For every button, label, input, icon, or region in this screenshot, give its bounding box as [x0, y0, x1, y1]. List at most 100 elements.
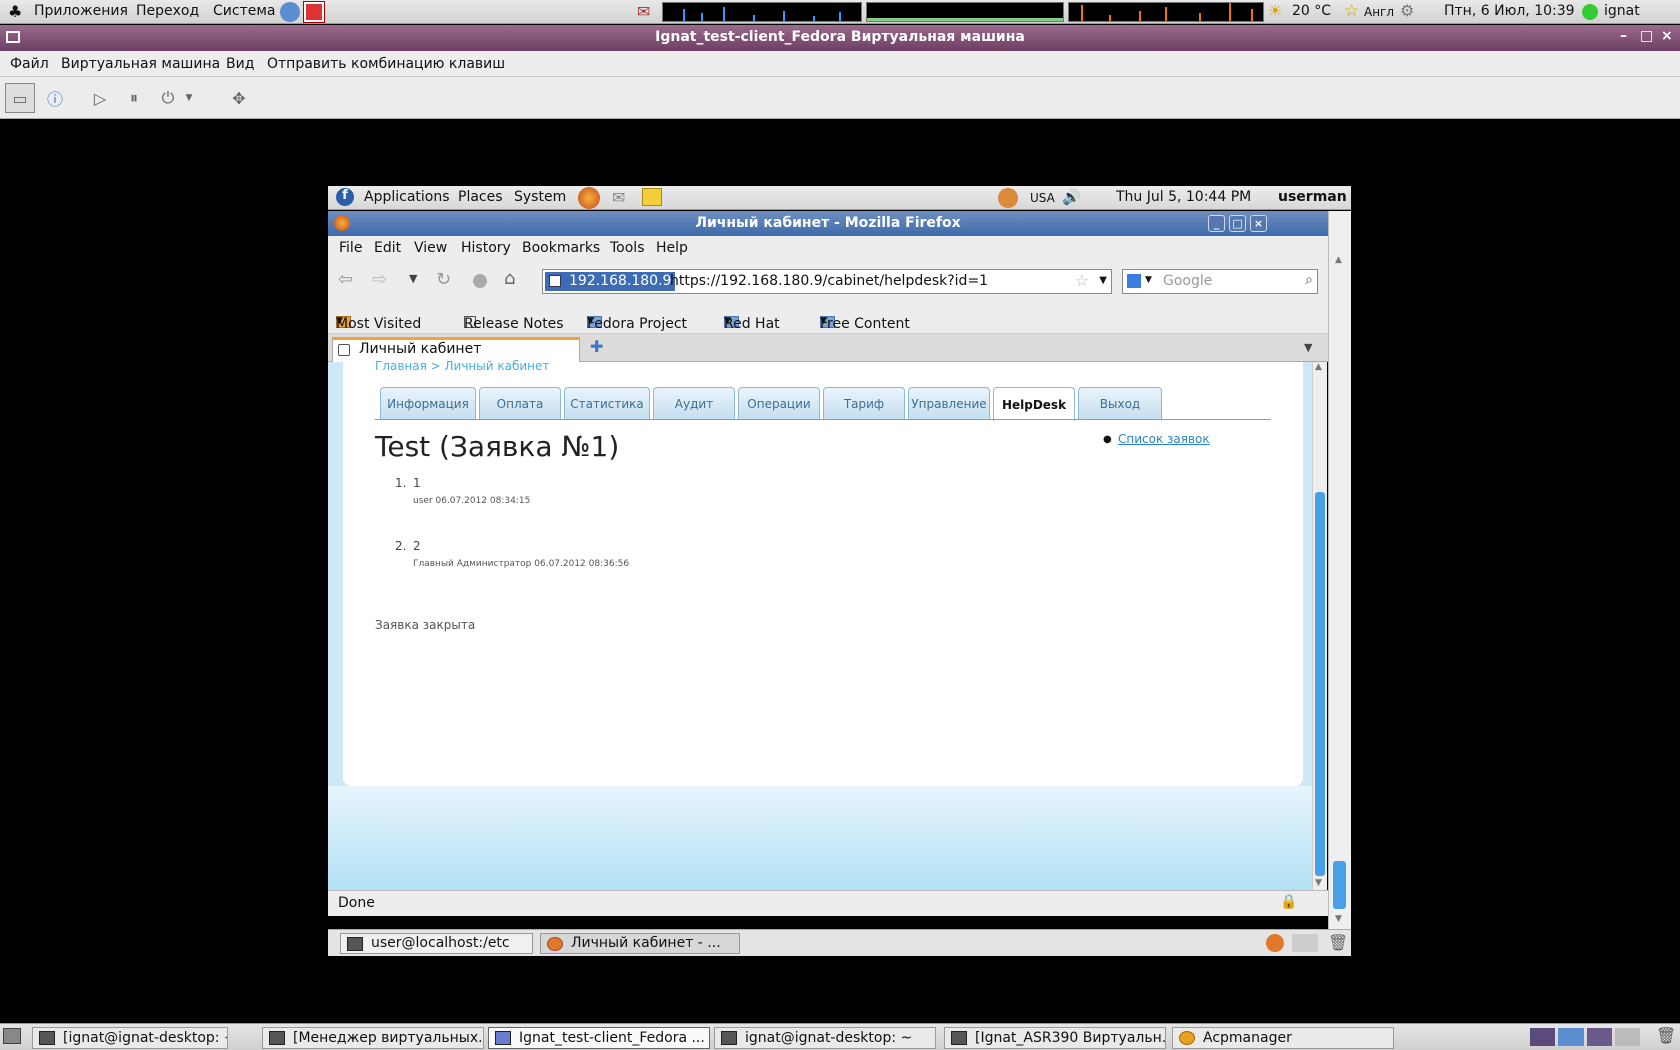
guest-keyboard-layout[interactable]: USA [1030, 191, 1055, 205]
ff-menu-help[interactable]: Help [656, 240, 688, 256]
vm-menu-file[interactable]: Файл [10, 56, 49, 72]
page-scrollbar[interactable]: ▲ ▼ [1312, 362, 1327, 890]
tab-management[interactable]: Управление [908, 387, 990, 420]
tab-audit[interactable]: Аудит [653, 387, 735, 420]
network-icon[interactable]: ⚙ [1400, 1, 1414, 20]
workspace-3[interactable] [1586, 1028, 1612, 1046]
search-go-icon[interactable]: ⌕ [1305, 272, 1313, 288]
show-desktop-icon[interactable] [3, 1028, 21, 1044]
host-task-acpmanager[interactable]: Acpmanager [1172, 1027, 1394, 1049]
fedora-logo-icon[interactable]: f [336, 188, 354, 206]
ff-maximize-icon[interactable]: □ [1229, 215, 1246, 232]
url-dropdown-icon[interactable]: ▼ [1099, 275, 1107, 286]
bookmark-star-icon[interactable]: ☆ [1075, 271, 1089, 290]
url-bar[interactable]: 192.168.180.9 https://192.168.180.9/cabi… [542, 269, 1112, 294]
vm-menu-send-keys[interactable]: Отправить комбинацию клавиш [267, 56, 505, 72]
guest-tray-firefox-icon[interactable] [1266, 934, 1284, 952]
site-identity[interactable]: 192.168.180.9 [545, 272, 676, 291]
volume-icon[interactable]: 🔊 [1062, 188, 1081, 206]
trash-icon[interactable]: 🗑 [1656, 1026, 1676, 1045]
search-placeholder[interactable]: Google [1163, 273, 1212, 289]
forward-icon[interactable]: ⇨ [372, 269, 387, 290]
home-icon[interactable]: ⌂ [504, 268, 515, 289]
guest-menu-places[interactable]: Places [458, 189, 503, 205]
browser-launcher-icon[interactable] [280, 2, 300, 22]
keyboard-layout[interactable]: Англ [1364, 5, 1394, 19]
host-task-vm-fedora[interactable]: Ignat_test-client_Fedora ... [488, 1027, 710, 1049]
host-task-terminal2[interactable]: ignat@ignat-desktop: ~ [714, 1027, 936, 1049]
ff-menu-file[interactable]: File [339, 240, 362, 256]
details-view-icon[interactable]: ⓘ [40, 83, 70, 113]
history-dropdown-icon[interactable]: ▼ [409, 272, 417, 285]
search-box[interactable]: ▼ Google ⌕ [1122, 269, 1318, 294]
weather-temperature[interactable]: 20 °C [1292, 3, 1331, 19]
workspace-1[interactable] [1530, 1028, 1556, 1046]
cpu-monitor-graph[interactable] [662, 2, 862, 22]
tab-list-icon[interactable]: ▼ [1304, 341, 1312, 354]
new-tab-icon[interactable]: ✚ [590, 337, 603, 356]
ff-close-icon[interactable]: × [1250, 215, 1267, 232]
tab-information[interactable]: Информация [380, 387, 476, 420]
ff-menu-tools[interactable]: Tools [610, 240, 645, 256]
requests-list-link[interactable]: Список заявок [1118, 432, 1210, 446]
minimize-icon[interactable]: – [1620, 28, 1627, 44]
host-clock[interactable]: Птн, 6 Июл, 10:39 [1444, 3, 1575, 19]
memory-monitor-graph[interactable] [866, 2, 1064, 22]
host-menu-apps[interactable]: Приложения [34, 3, 128, 19]
workspace-4[interactable] [1614, 1028, 1640, 1046]
guest-task-firefox[interactable]: Личный кабинет - ... [540, 933, 740, 954]
host-task-vm-asr390[interactable]: [Ignat_ASR390 Виртуальн... [944, 1027, 1166, 1049]
trash-icon[interactable]: 🗑 [1328, 933, 1348, 952]
ff-menu-view[interactable]: View [414, 240, 447, 256]
shutdown-icon[interactable]: ⏻ [153, 83, 183, 113]
mail-launcher-icon[interactable]: ✉ [612, 188, 625, 207]
help-launcher-icon[interactable] [303, 1, 325, 23]
lock-icon[interactable]: 🔒 [1280, 894, 1297, 910]
foot-icon[interactable]: ♣ [8, 2, 22, 21]
tab-logout[interactable]: Выход [1078, 387, 1162, 420]
url-text[interactable]: https://192.168.180.9/cabinet/helpdesk?i… [670, 273, 988, 289]
notes-launcher-icon[interactable] [642, 188, 662, 206]
vm-menu-machine[interactable]: Виртуальная машина [61, 56, 220, 72]
breadcrumb[interactable]: Главная > Личный кабинет [375, 359, 549, 373]
guest-task-terminal[interactable]: user@localhost:/etc [340, 933, 533, 954]
tab-tariff[interactable]: Тариф [823, 387, 905, 420]
ff-menu-history[interactable]: History [461, 240, 511, 256]
terminal-scrollbar[interactable]: ▲ ▼ [1328, 211, 1351, 929]
guest-menu-system[interactable]: System [514, 189, 566, 205]
shutdown-dropdown-icon[interactable]: ▼ [183, 83, 195, 113]
fullscreen-icon[interactable]: ✥ [224, 83, 254, 113]
host-user[interactable]: ignat [1604, 3, 1640, 19]
close-icon[interactable]: × [1661, 28, 1673, 44]
mail-notify-icon[interactable]: ✉ [637, 2, 650, 21]
back-icon[interactable]: ⇦ [338, 269, 353, 290]
guest-clock[interactable]: Thu Jul 5, 10:44 PM [1116, 189, 1251, 205]
tab-payment[interactable]: Оплата [479, 387, 561, 420]
ff-minimize-icon[interactable]: _ [1208, 215, 1225, 232]
guest-menu-applications[interactable]: Applications [364, 189, 450, 205]
page-scroll-thumb[interactable] [1315, 492, 1325, 876]
host-menu-places[interactable]: Переход [136, 3, 199, 19]
ff-menu-edit[interactable]: Edit [374, 240, 401, 256]
update-notifier-icon[interactable] [998, 188, 1018, 208]
pause-icon[interactable]: ⏸ [119, 83, 149, 113]
reload-icon[interactable]: ↻ [436, 269, 451, 290]
guest-user[interactable]: userman [1278, 189, 1347, 205]
host-task-terminal1[interactable]: [ignat@ignat-desktop: ~] [32, 1027, 228, 1049]
stop-icon[interactable] [473, 274, 487, 288]
run-icon[interactable]: ▷ [85, 83, 115, 113]
workspace-2[interactable] [1558, 1028, 1584, 1046]
vm-menu-view[interactable]: Вид [226, 56, 254, 72]
host-menu-system[interactable]: Система [213, 3, 275, 19]
google-engine-icon[interactable] [1127, 274, 1141, 288]
engine-dropdown-icon[interactable]: ▼ [1145, 275, 1152, 285]
workspace-switcher[interactable] [1530, 1028, 1640, 1046]
host-task-vm-manager[interactable]: [Менеджер виртуальных... [262, 1027, 484, 1049]
maximize-icon[interactable]: □ [1640, 28, 1653, 44]
tab-operations[interactable]: Операции [738, 387, 820, 420]
tab-helpdesk[interactable]: HelpDesk [993, 387, 1075, 421]
ff-menu-bookmarks[interactable]: Bookmarks [522, 240, 600, 256]
network-monitor-graph[interactable] [1068, 2, 1264, 22]
firefox-launcher-icon[interactable] [578, 187, 600, 209]
tab-statistics[interactable]: Статистика [564, 387, 650, 420]
